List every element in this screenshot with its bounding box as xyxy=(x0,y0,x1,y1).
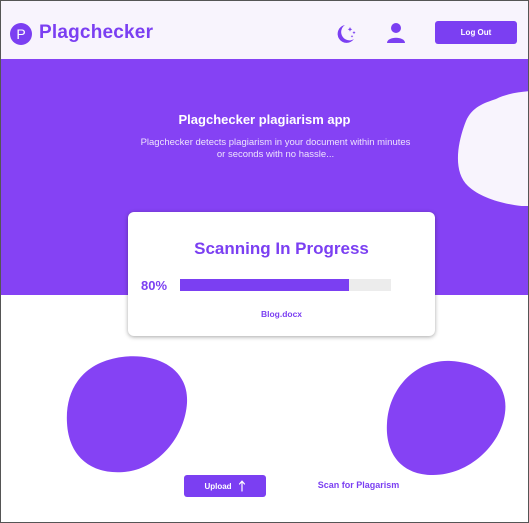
upload-button[interactable]: Upload xyxy=(184,475,266,497)
progress-bar-fill xyxy=(180,279,349,291)
hero-title: Plagchecker plagiarism app xyxy=(178,112,351,127)
user-icon[interactable] xyxy=(386,22,406,44)
scan-status-title: Scanning In Progress xyxy=(194,239,369,258)
scanned-file-name: Blog.docx xyxy=(260,309,303,319)
top-navbar: P Plagchecker Log Out xyxy=(1,1,528,59)
brand-name[interactable]: Plagchecker xyxy=(39,22,153,44)
progress-bar xyxy=(180,279,391,291)
scan-for-plagiarism-link[interactable]: Scan for Plagarism xyxy=(301,480,416,490)
logout-button[interactable]: Log Out xyxy=(435,21,517,44)
progress-percent: 80% xyxy=(141,278,168,293)
arrow-up-icon xyxy=(238,480,245,492)
moon-stars-icon[interactable] xyxy=(335,22,359,46)
scan-progress-card: Scanning In Progress 80% Blog.docx xyxy=(128,212,435,336)
decorative-blob xyxy=(386,360,506,475)
decorative-blob xyxy=(66,356,188,473)
logo-icon: P xyxy=(10,23,32,45)
hero-description: Plagchecker detects plagiarism in your d… xyxy=(140,137,411,160)
upload-button-label: Upload xyxy=(204,481,232,491)
app-frame: P Plagchecker Log Out Plagchecker plagia… xyxy=(0,0,529,523)
decorative-blob xyxy=(457,91,528,206)
